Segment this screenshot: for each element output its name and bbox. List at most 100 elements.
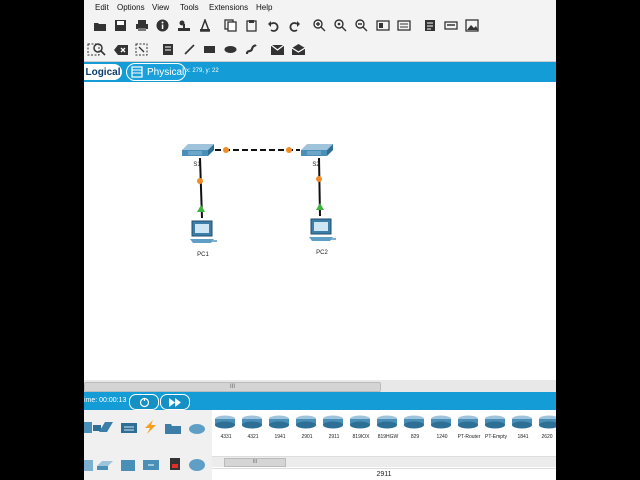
logical-workspace[interactable]: S1 S2 PC1 PC2 xyxy=(84,82,556,380)
inspect-icon[interactable] xyxy=(92,42,107,57)
device-819hgw[interactable]: 819HGW xyxy=(376,415,400,440)
scrollbar-thumb[interactable]: III xyxy=(84,382,381,392)
switch-s2-label: S2 xyxy=(312,162,320,168)
link-light-s2-pc2 xyxy=(316,176,322,182)
tab-logical[interactable]: Logical xyxy=(84,64,122,80)
router-icon xyxy=(350,415,370,429)
device-model-list: 4331 4321 1941 2901 2911 819IOX 819HGW 8… xyxy=(212,410,556,480)
paste-icon[interactable] xyxy=(244,18,259,33)
device-2911[interactable]: 2911 xyxy=(322,415,346,440)
edit-toolbar xyxy=(84,39,556,62)
router-icon xyxy=(485,415,505,429)
pc-pc1[interactable] xyxy=(190,220,217,243)
device-list-scrollbar[interactable]: III xyxy=(212,456,556,467)
menu-options[interactable]: Options xyxy=(117,3,145,12)
main-toolbar xyxy=(84,15,556,39)
resize-shape-icon[interactable] xyxy=(134,42,149,57)
menu-view[interactable]: View xyxy=(152,3,169,12)
device-2620[interactable]: 2620 xyxy=(538,415,556,440)
device-1240[interactable]: 1240 xyxy=(430,415,454,440)
router-icon xyxy=(431,415,451,429)
activity-wizard-icon[interactable] xyxy=(197,18,212,33)
zoom-in-icon[interactable] xyxy=(312,18,327,33)
draw-ellipse-icon[interactable] xyxy=(223,42,238,57)
switch-s1[interactable] xyxy=(182,144,214,156)
fast-forward-button[interactable] xyxy=(160,394,190,410)
tab-physical[interactable]: Physical xyxy=(126,63,186,81)
device-categories xyxy=(84,410,213,480)
open-folder-icon[interactable] xyxy=(92,18,107,33)
network-wizard-icon[interactable] xyxy=(176,18,191,33)
pc1-label: PC1 xyxy=(197,252,209,258)
drawing-palette-icon[interactable] xyxy=(375,18,390,33)
subcategory-wireless-icon[interactable] xyxy=(142,458,160,472)
device-1841[interactable]: 1841 xyxy=(511,415,535,440)
device-829[interactable]: 829 xyxy=(403,415,427,440)
notes-icon[interactable] xyxy=(422,18,437,33)
draw-line-icon[interactable] xyxy=(182,42,197,57)
zoom-out-icon[interactable] xyxy=(354,18,369,33)
zoom-reset-icon[interactable] xyxy=(333,18,348,33)
power-cycle-icon xyxy=(139,397,149,407)
device-4321[interactable]: 4321 xyxy=(241,415,265,440)
subcategory-wan-emulation-icon[interactable] xyxy=(188,458,206,472)
menu-help[interactable]: Help xyxy=(256,3,272,12)
print-icon[interactable] xyxy=(134,18,149,33)
router-icon xyxy=(539,415,556,429)
device-pt-router[interactable]: PT-Router xyxy=(457,415,481,440)
category-components-icon[interactable] xyxy=(120,421,138,435)
category-end-devices-icon[interactable] xyxy=(97,420,115,434)
redo-icon[interactable] xyxy=(287,18,302,33)
power-cycle-button[interactable] xyxy=(129,394,159,410)
draw-rectangle-icon[interactable] xyxy=(202,42,217,57)
device-1941[interactable]: 1941 xyxy=(268,415,292,440)
subcategory-hubs-icon[interactable] xyxy=(120,458,138,472)
cursor-coordinates: x: 279, y: 22 xyxy=(186,68,219,74)
pc2-label: PC2 xyxy=(316,250,328,256)
category-connections-icon[interactable] xyxy=(142,420,160,434)
simulation-time: ime: 00:00:13 xyxy=(84,397,127,404)
add-simple-pdu-icon[interactable] xyxy=(270,42,285,57)
menu-tools[interactable]: Tools xyxy=(180,3,199,12)
undo-icon[interactable] xyxy=(266,18,281,33)
device-list-scrollbar-thumb[interactable]: III xyxy=(224,458,286,467)
viewport-icon[interactable] xyxy=(443,18,458,33)
router-icon xyxy=(512,415,532,429)
info-icon[interactable] xyxy=(155,18,170,33)
fast-forward-icon xyxy=(169,397,181,407)
switch-s2[interactable] xyxy=(301,144,333,156)
view-tab-bar: Logical Physical x: 279, y: 22 xyxy=(84,62,556,82)
category-misc-icon[interactable] xyxy=(164,421,182,435)
link-light-s1-port xyxy=(223,147,229,153)
router-icon xyxy=(323,415,343,429)
place-note-icon[interactable] xyxy=(160,42,175,57)
router-icon xyxy=(296,415,316,429)
router-icon xyxy=(215,415,235,429)
link-up-triangle-pc1 xyxy=(197,205,205,212)
custom-devices-icon[interactable] xyxy=(396,18,411,33)
freeform-icon[interactable] xyxy=(244,42,259,57)
link-light-s2-port xyxy=(286,147,292,153)
topology-canvas: S1 S2 PC1 PC2 xyxy=(182,144,336,258)
packet-tracer-window: Edit Options View Tools Extensions Help xyxy=(84,0,556,480)
device-4331[interactable]: 4331 xyxy=(214,415,238,440)
menu-edit[interactable]: Edit xyxy=(95,3,109,12)
image-icon[interactable] xyxy=(464,18,479,33)
device-2901[interactable]: 2901 xyxy=(295,415,319,440)
menu-extensions[interactable]: Extensions xyxy=(209,3,248,12)
subcategory-switches-icon[interactable] xyxy=(96,458,114,472)
copy-icon[interactable] xyxy=(223,18,238,33)
save-icon[interactable] xyxy=(113,18,128,33)
pc-pc2[interactable] xyxy=(309,218,336,241)
switch-s1-label: S1 xyxy=(193,162,201,168)
router-icon xyxy=(269,415,289,429)
add-complex-pdu-icon[interactable] xyxy=(291,42,306,57)
category-multiuser-icon[interactable] xyxy=(188,421,206,435)
router-icon xyxy=(404,415,424,429)
workspace-horizontal-scrollbar[interactable]: III xyxy=(84,380,556,392)
delete-icon[interactable] xyxy=(114,42,129,57)
router-icon xyxy=(458,415,478,429)
device-pt-empty[interactable]: PT-Empty xyxy=(484,415,508,440)
subcategory-security-icon[interactable] xyxy=(168,457,186,471)
device-819iox[interactable]: 819IOX xyxy=(349,415,373,440)
